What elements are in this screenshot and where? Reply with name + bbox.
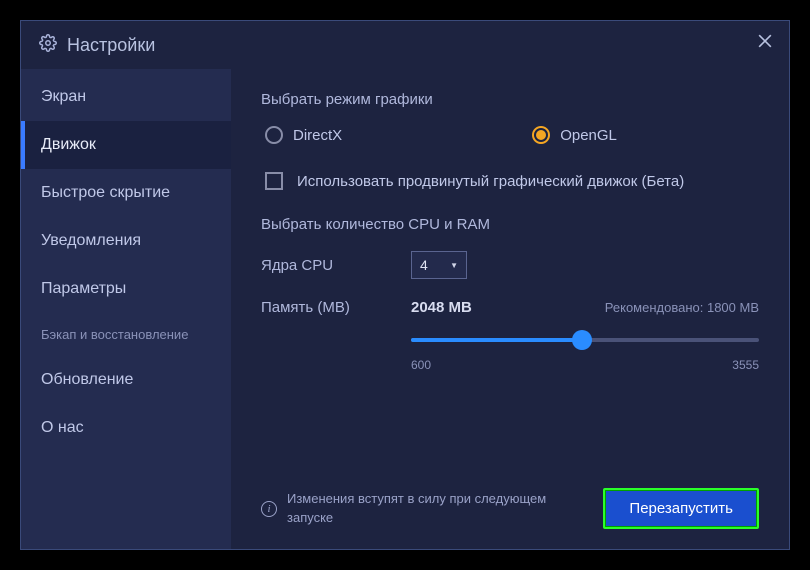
graphics-mode-radios: DirectX OpenGL [261,126,759,144]
sidebar-item-notifications[interactable]: Уведомления [21,217,231,265]
sidebar-item-parameters[interactable]: Параметры [21,265,231,313]
sidebar-item-backup[interactable]: Бэкап и восстановление [21,313,231,356]
memory-recommended: Рекомендовано: 1800 MB [605,300,759,315]
memory-value: 2048 MB [411,299,472,316]
body: Экран Движок Быстрое скрытие Уведомления… [21,69,789,549]
sidebar-item-label: Бэкап и восстановление [41,327,188,342]
dropdown-value: 4 [420,257,428,273]
info-icon: i [261,501,277,517]
sidebar-item-engine[interactable]: Движок [21,121,231,169]
cpu-label: Ядра CPU [261,257,411,274]
advanced-engine-row: Использовать продвинутый графический дви… [261,172,759,190]
slider-thumb[interactable] [572,330,592,350]
sidebar-item-label: Параметры [41,280,126,297]
radio-label: OpenGL [560,127,617,144]
slider-fill [411,338,582,342]
sidebar-item-quickhide[interactable]: Быстрое скрытие [21,169,231,217]
titlebar: Настройки [21,21,789,69]
restart-button[interactable]: Перезапустить [603,488,759,529]
cpu-cores-row: Ядра CPU 4 ▼ [261,251,759,279]
footer: i Изменения вступят в силу при следующем… [261,476,759,529]
graphics-mode-title: Выбрать режим графики [261,91,759,108]
cpu-ram-title: Выбрать количество CPU и RAM [261,216,759,233]
cpu-cores-dropdown[interactable]: 4 ▼ [411,251,467,279]
sidebar-item-about[interactable]: О нас [21,404,231,452]
radio-label: DirectX [293,127,342,144]
sidebar-item-update[interactable]: Обновление [21,356,231,404]
sidebar-item-label: Экран [41,88,86,105]
footer-info-text: Изменения вступят в силу при следующем з… [287,490,567,526]
memory-row: Память (МВ) 2048 MB Рекомендовано: 1800 … [261,299,759,372]
slider-range-labels: 600 3555 [411,358,759,372]
slider-min: 600 [411,358,431,372]
sidebar-item-label: Уведомления [41,232,141,249]
slider-max: 3555 [732,358,759,372]
advanced-engine-checkbox[interactable] [265,172,283,190]
close-button[interactable] [755,31,775,56]
sidebar-item-label: Обновление [41,371,133,388]
radio-icon [265,126,283,144]
content-panel: Выбрать режим графики DirectX OpenGL Исп… [231,69,789,549]
radio-opengl[interactable]: OpenGL [532,126,617,144]
memory-slider[interactable] [411,330,759,350]
sidebar-item-label: О нас [41,419,84,436]
memory-label: Память (МВ) [261,299,411,316]
gear-icon [39,34,57,57]
sidebar: Экран Движок Быстрое скрытие Уведомления… [21,69,231,549]
restart-button-label: Перезапустить [629,500,733,517]
sidebar-item-screen[interactable]: Экран [21,73,231,121]
chevron-down-icon: ▼ [450,261,458,270]
radio-icon [532,126,550,144]
radio-directx[interactable]: DirectX [265,126,342,144]
settings-window: Настройки Экран Движок Быстрое скрытие У… [20,20,790,550]
sidebar-item-label: Быстрое скрытие [41,184,170,201]
window-title: Настройки [67,35,155,56]
advanced-engine-label: Использовать продвинутый графический дви… [297,173,684,190]
sidebar-item-label: Движок [41,136,96,153]
